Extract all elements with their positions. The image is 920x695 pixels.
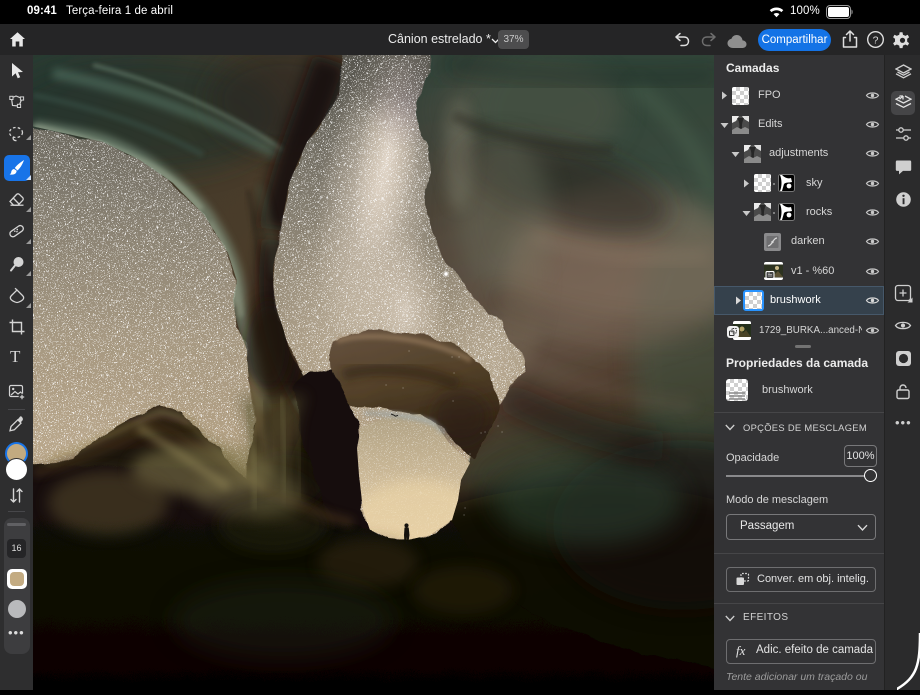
svg-text:?: ? xyxy=(873,34,879,46)
